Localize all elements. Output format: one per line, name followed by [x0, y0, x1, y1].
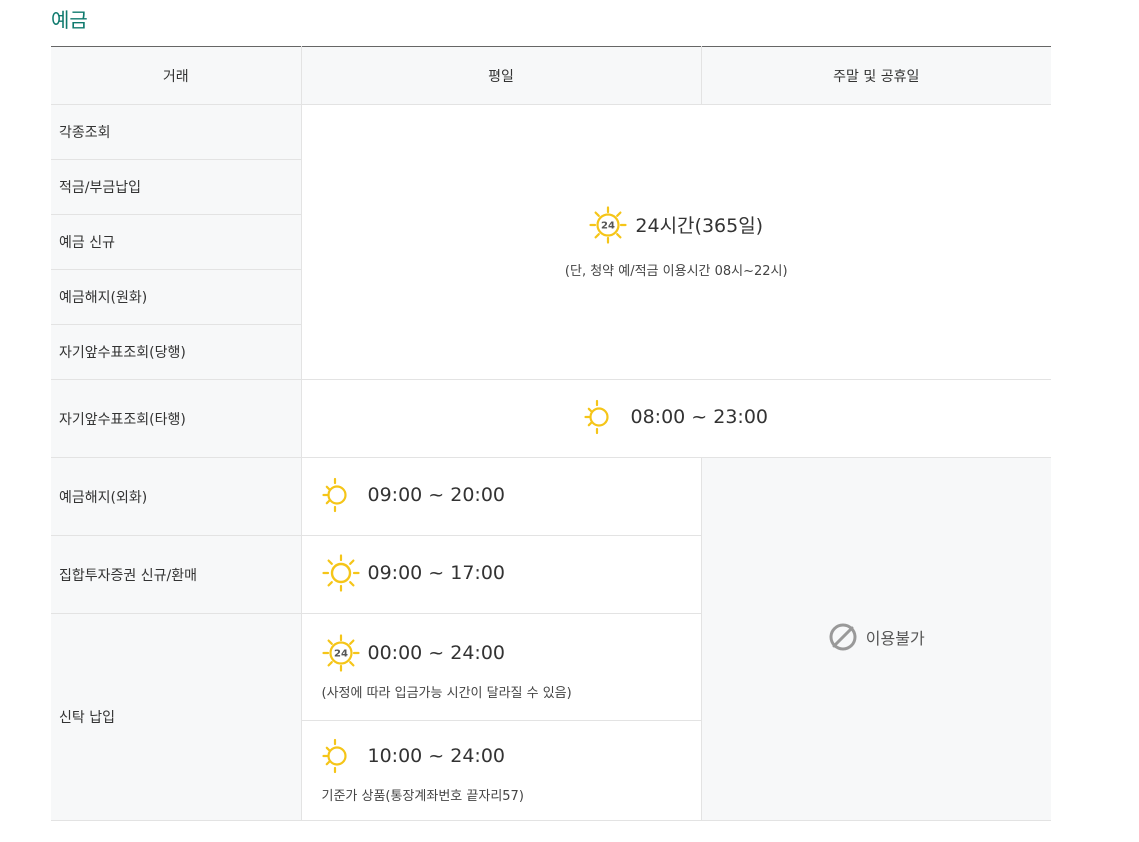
all-day-cell: 24 24시간(365일) (단, 청약 예/적금 이용시간 08시~22시) [301, 104, 1051, 380]
header-weekday: 평일 [301, 46, 702, 105]
table-row: 각종조회 24 24시간(365일) (단, 청약 예/적금 이용시간 08시~… [51, 104, 1051, 380]
row-label: 집합투자증권 신규/환매 [51, 535, 302, 614]
trust-note2: 기준가 상품(통장계좌번호 끝자리57) [321, 789, 524, 804]
row-label: 예금해지(원화) [51, 269, 302, 325]
no-entry-icon [829, 623, 857, 651]
row-label: 적금/부금납입 [51, 159, 302, 215]
svg-text:24: 24 [334, 648, 348, 659]
unavailable-label: 이용불가 [865, 629, 925, 648]
row-label: 신탁 납입 [51, 613, 302, 821]
all-day-note: (단, 청약 예/적금 이용시간 08시~22시) [564, 263, 788, 279]
all-day-time: 24 24시간(365일) [589, 205, 763, 244]
foreign-time-cell: 09:00 ~ 20:00 [301, 457, 701, 536]
fund-time-cell: 09:00 ~ 17:00 [301, 535, 701, 614]
header-row: 거래 평일 주말 및 공휴일 [51, 46, 1051, 105]
header-weekend: 주말 및 공휴일 [701, 46, 1051, 105]
header-transaction: 거래 [51, 46, 302, 105]
trust-note1: (사정에 따라 입금가능 시간이 달라질 수 있음) [321, 685, 572, 701]
sun-moon-icon [584, 399, 621, 434]
svg-text:24: 24 [601, 220, 615, 231]
row-label: 예금해지(외화) [51, 457, 302, 536]
row-label: 예금 신규 [51, 214, 302, 270]
trust-time1-cell: 24 00:00 ~ 24:00 (사정에 따라 입금가능 시간이 달라질 수 … [301, 613, 701, 721]
sun-24-icon: 24 [321, 633, 360, 672]
section-title: 예금 [51, 8, 88, 32]
trust-time2-cell: 10:00 ~ 24:00 기준가 상품(통장계좌번호 끝자리57) [301, 720, 701, 821]
table-row: 자기앞수표조회(타행) 08:00 ~ 23:00 [51, 379, 1051, 458]
sun-moon-icon [321, 477, 358, 512]
row-label: 자기앞수표조회(타행) [51, 379, 302, 458]
other-bank-time-cell: 08:00 ~ 23:00 [301, 379, 1051, 458]
deposit-hours-table: 거래 평일 주말 및 공휴일 각종조회 24 24시간(365일) (단, 청약… [51, 46, 1051, 821]
row-label: 각종조회 [51, 104, 302, 160]
sun-moon-icon [321, 738, 358, 774]
row-label: 자기앞수표조회(당행) [51, 324, 302, 380]
sun-24-icon: 24 [589, 205, 627, 244]
table-row: 예금해지(외화) 09:00 ~ 20:00 이용불가 [51, 457, 1051, 821]
sun-icon [321, 553, 360, 592]
weekend-unavailable-cell: 이용불가 [700, 457, 1051, 821]
